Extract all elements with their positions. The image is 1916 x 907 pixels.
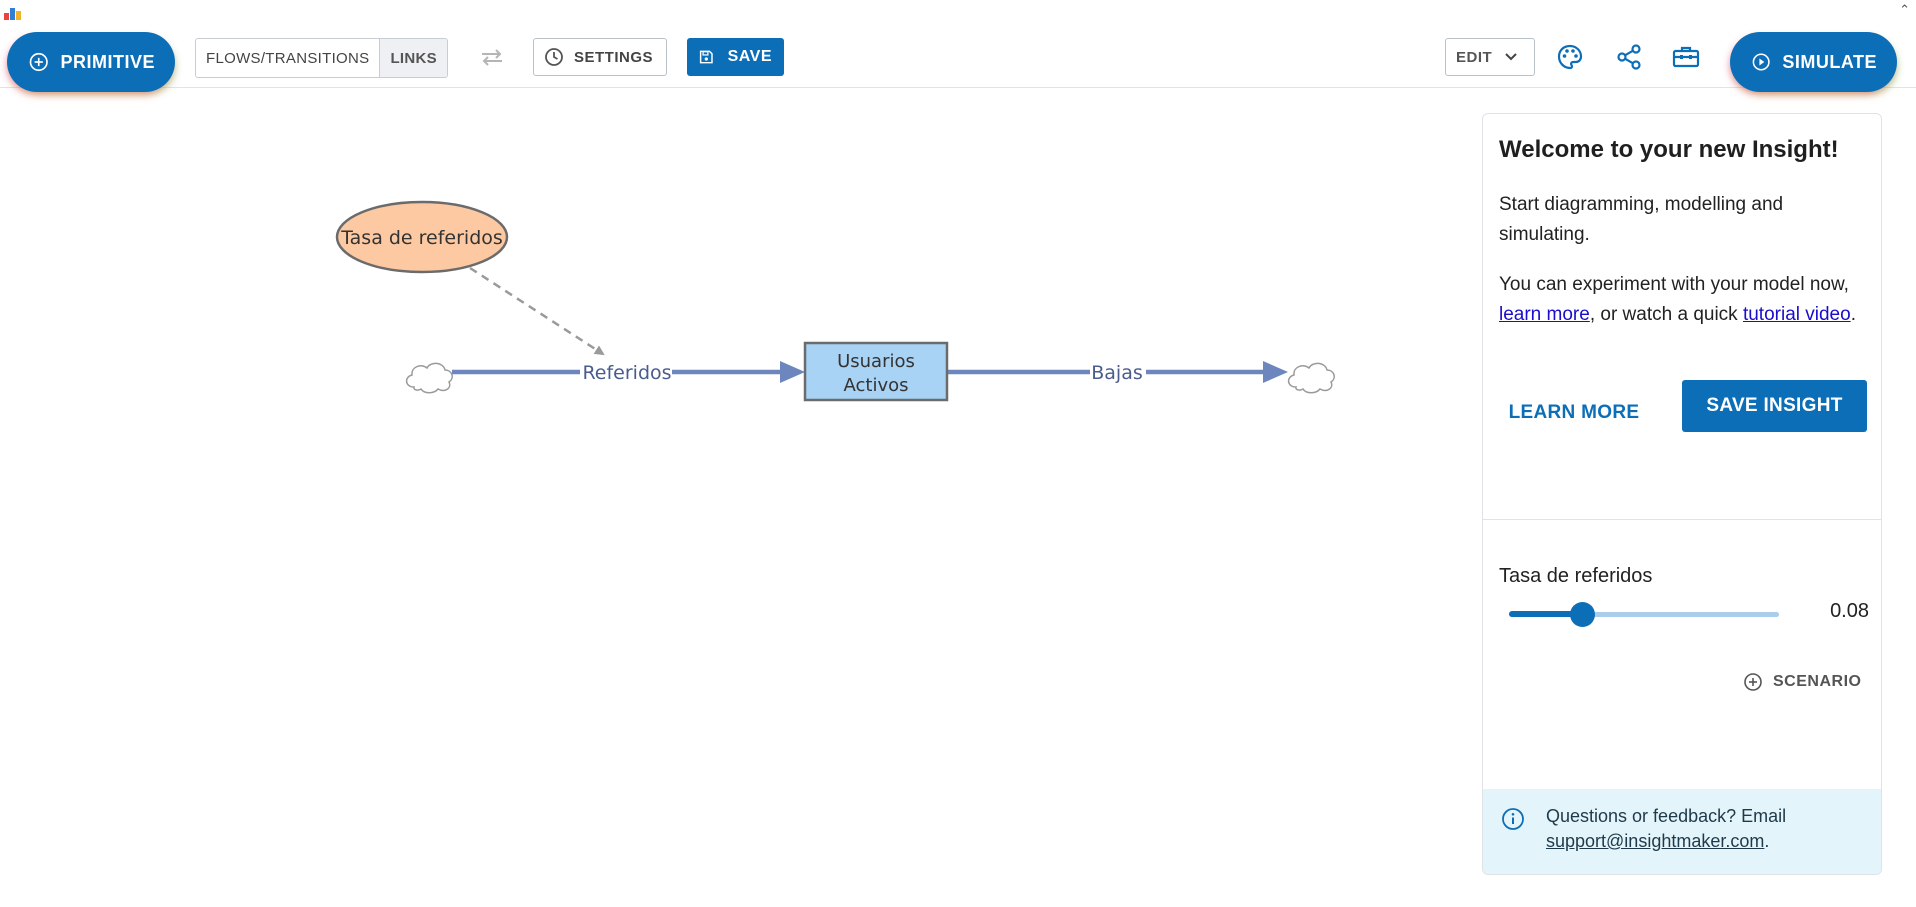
add-circle-icon: [1744, 673, 1762, 691]
sink-cloud-icon[interactable]: [1287, 362, 1335, 394]
link-arrow[interactable]: [469, 266, 605, 356]
source-cloud-icon[interactable]: [405, 362, 453, 394]
stock-label-line2: Activos: [844, 375, 909, 396]
panel-title: Welcome to your new Insight!: [1499, 136, 1839, 163]
slider-value: 0.08: [1830, 600, 1869, 622]
save-label: SAVE: [727, 48, 772, 65]
clock-icon: [545, 48, 563, 66]
connection-type-toggle: FLOWS/TRANSITIONS LINKS: [195, 38, 448, 78]
info-icon: [1502, 808, 1524, 830]
slider-label: Tasa de referidos: [1499, 565, 1653, 587]
edit-label: EDIT: [1456, 48, 1493, 66]
insight-info-panel: Welcome to your new Insight! Start diagr…: [1482, 113, 1882, 875]
share-icon[interactable]: [1614, 42, 1644, 72]
experiment-text: You can experiment with your model now, …: [1499, 274, 1856, 325]
add-scenario-button[interactable]: SCENARIO: [1743, 667, 1861, 697]
feedback-banner: Questions or feedback? Email support@ins…: [1483, 789, 1881, 874]
settings-label: SETTINGS: [574, 48, 654, 66]
stock-label-line1: Usuarios: [837, 351, 915, 372]
add-primitive-button[interactable]: PRIMITIVE: [7, 32, 175, 92]
save-insight-button[interactable]: SAVE INSIGHT: [1682, 380, 1867, 432]
simulate-label: SIMULATE: [1782, 51, 1877, 72]
divider: [1483, 519, 1881, 520]
tutorial-video-link[interactable]: tutorial video: [1743, 304, 1851, 325]
play-icon: [1752, 53, 1770, 71]
variable-label: Tasa de referidos: [340, 227, 503, 249]
swap-icon[interactable]: [478, 46, 506, 68]
toolbox-icon[interactable]: [1671, 42, 1701, 72]
support-email-link[interactable]: support@insightmaker.com: [1546, 831, 1764, 851]
feedback-text: Questions or feedback? Email support@ins…: [1546, 806, 1787, 851]
intro-text: Start diagramming, modelling and simulat…: [1499, 194, 1784, 245]
add-circle-icon: [29, 52, 48, 72]
flow-label-referidos: Referidos: [582, 362, 671, 384]
diagram-canvas[interactable]: Referidos Bajas Usuarios Activos Tasa de…: [0, 89, 1480, 902]
scenario-label: SCENARIO: [1773, 673, 1862, 690]
links-toggle[interactable]: LINKS: [379, 39, 447, 77]
save-button[interactable]: SAVE: [687, 38, 784, 76]
learn-more-link[interactable]: learn more: [1499, 304, 1590, 325]
save-icon: [699, 50, 713, 64]
simulate-button[interactable]: SIMULATE: [1730, 32, 1897, 92]
slider-thumb[interactable]: [1570, 602, 1595, 627]
main-toolbar: PRIMITIVE FLOWS/TRANSITIONS LINKS SETTIN…: [0, 0, 1916, 92]
settings-button[interactable]: SETTINGS: [533, 38, 667, 76]
tasa-de-referidos-slider[interactable]: [1509, 601, 1789, 627]
edit-menu-button[interactable]: EDIT: [1445, 38, 1535, 76]
learn-more-button[interactable]: LEARN MORE: [1499, 387, 1649, 439]
primitive-label: PRIMITIVE: [60, 51, 155, 72]
palette-icon[interactable]: [1555, 42, 1585, 72]
flow-label-bajas: Bajas: [1091, 362, 1143, 384]
flows-transitions-toggle[interactable]: FLOWS/TRANSITIONS: [196, 39, 379, 77]
chevron-down-icon: [1505, 53, 1517, 61]
